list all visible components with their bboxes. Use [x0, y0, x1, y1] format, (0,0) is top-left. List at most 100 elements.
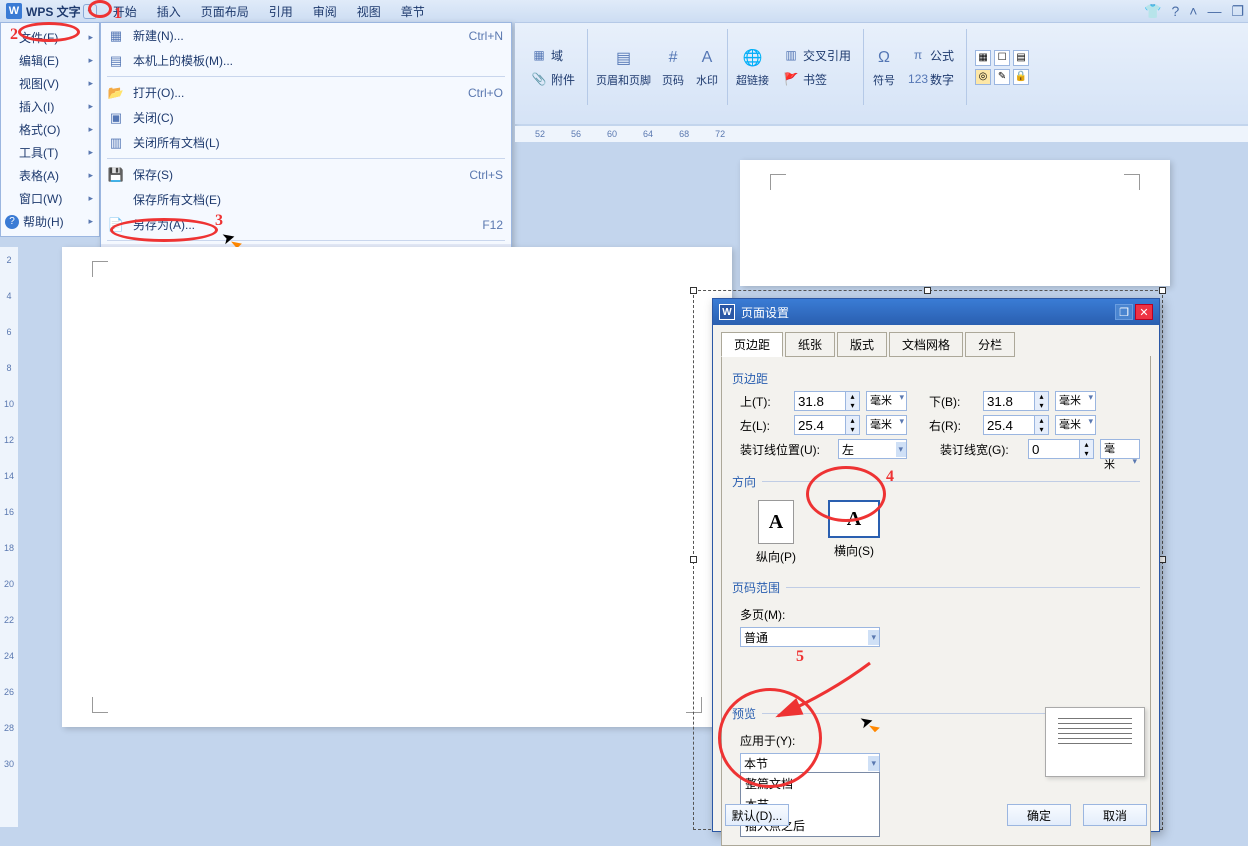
file-close-all[interactable]: ▥关闭所有文档(L): [101, 130, 511, 155]
file-close[interactable]: ▣关闭(C): [101, 105, 511, 130]
ribbon-symbol[interactable]: Ω符号: [872, 47, 896, 88]
orientation-portrait[interactable]: A 纵向(P): [746, 500, 806, 565]
side-format[interactable]: 格式(O)▸: [1, 118, 99, 141]
ribbon-attachment[interactable]: 📎附件: [527, 69, 579, 90]
skin-icon[interactable]: 👕: [1144, 3, 1161, 20]
label-apply: 应用于(Y):: [740, 732, 812, 749]
file-save-all[interactable]: 保存所有文档(E): [101, 187, 511, 212]
unit-select[interactable]: 毫米: [866, 415, 907, 435]
minimize-icon[interactable]: —: [1207, 3, 1221, 20]
separator: [107, 76, 505, 77]
header-footer-icon: ▤: [612, 47, 636, 69]
file-templates[interactable]: ▤本机上的模板(M)...: [101, 48, 511, 73]
ribbon-page-number[interactable]: #页码: [661, 47, 685, 88]
unit-select[interactable]: 毫米: [866, 391, 907, 411]
mini-icon-4[interactable]: ◎: [975, 69, 991, 85]
ribbon-watermark[interactable]: A水印: [695, 47, 719, 88]
tab-layout[interactable]: 版式: [837, 332, 887, 357]
collapse-ribbon-icon[interactable]: ˄: [1189, 3, 1197, 20]
ribbon-bookmark[interactable]: 🚩书签: [779, 69, 855, 90]
multi-page-select[interactable]: 普通▾: [740, 627, 880, 647]
tab-paper[interactable]: 纸张: [785, 332, 835, 357]
ribbon-hyperlink[interactable]: 🌐超链接: [736, 47, 769, 88]
help-icon[interactable]: ?: [1171, 3, 1179, 20]
mini-icon-6[interactable]: 🔒: [1013, 69, 1029, 85]
page-corner: [770, 174, 786, 190]
mini-icon-5[interactable]: ✎: [994, 69, 1010, 85]
side-view[interactable]: 视图(V)▸: [1, 72, 99, 95]
mini-icon-2[interactable]: ☐: [994, 50, 1010, 66]
ribbon: ▦域 📎附件 ▤页眉和页脚 #页码 A水印 🌐超链接 ▥交叉引用 🚩书签 Ω符号…: [515, 22, 1248, 124]
tab-columns[interactable]: 分栏: [965, 332, 1015, 357]
ribbon-number[interactable]: 123数字: [906, 69, 958, 90]
app-menu-dropdown[interactable]: ▾: [83, 4, 97, 19]
spin-up-icon[interactable]: ▴: [846, 392, 859, 401]
file-open[interactable]: 📂打开(O)...Ctrl+O: [101, 80, 511, 105]
menubar: W WPS 文字 ▾ 开始 插入 页面布局 引用 审阅 视图 章节 👕 ? ˄ …: [0, 0, 1248, 22]
side-insert[interactable]: 插入(I)▸: [1, 95, 99, 118]
menu-start[interactable]: 开始: [103, 0, 147, 23]
label-multi: 多页(M):: [740, 606, 788, 623]
field-icon: ▦: [531, 47, 547, 63]
hyperlink-icon: 🌐: [741, 47, 765, 69]
menu-view[interactable]: 视图: [347, 0, 391, 23]
app-logo: W: [6, 3, 22, 19]
menu-page-layout[interactable]: 页面布局: [191, 0, 259, 23]
margin-top-input[interactable]: ▴▾: [794, 391, 860, 411]
btn-default[interactable]: 默认(D)...: [725, 804, 789, 826]
side-tools[interactable]: 工具(T)▸: [1, 141, 99, 164]
side-edit[interactable]: 编辑(E)▸: [1, 49, 99, 72]
menu-review[interactable]: 审阅: [303, 0, 347, 23]
margin-left-input[interactable]: ▴▾: [794, 415, 860, 435]
close-all-icon: ▥: [107, 135, 125, 151]
side-table[interactable]: 表格(A)▸: [1, 164, 99, 187]
dialog-maximize-icon[interactable]: ❐: [1115, 304, 1133, 320]
side-file[interactable]: 文件(F)▸: [1, 26, 99, 49]
margin-bottom-input[interactable]: ▴▾: [983, 391, 1049, 411]
restore-icon[interactable]: ❐: [1231, 3, 1244, 20]
unit-select[interactable]: 毫米: [1055, 415, 1096, 435]
mini-icon-1[interactable]: ▦: [975, 50, 991, 66]
margin-right-input[interactable]: ▴▾: [983, 415, 1049, 435]
file-save[interactable]: 💾保存(S)Ctrl+S: [101, 162, 511, 187]
tab-margins[interactable]: 页边距: [721, 332, 783, 357]
ruler-vertical: 24681012141618202224262830: [0, 247, 18, 827]
document-page-2[interactable]: [740, 160, 1170, 286]
document-page-1[interactable]: [62, 247, 732, 727]
gutter-width-input[interactable]: ▴▾: [1028, 439, 1094, 459]
saveas-icon: 📄: [107, 217, 125, 233]
open-icon: 📂: [107, 85, 125, 101]
page-setup-dialog: W 页面设置 ❐ ✕ 页边距 纸张 版式 文档网格 分栏 页边距 上(T): ▴…: [712, 298, 1160, 832]
side-window[interactable]: 窗口(W)▸: [1, 187, 99, 210]
mini-icon-3[interactable]: ▤: [1013, 50, 1029, 66]
dialog-close-icon[interactable]: ✕: [1135, 304, 1153, 320]
ribbon-formula[interactable]: π公式: [906, 45, 958, 66]
dialog-title: 页面设置: [741, 304, 789, 321]
ruler-horizontal: 525660646872: [515, 126, 1248, 142]
menu-section[interactable]: 章节: [391, 0, 435, 23]
ribbon-cross-ref[interactable]: ▥交叉引用: [779, 45, 855, 66]
file-save-as[interactable]: 📄另存为(A)...F12: [101, 212, 511, 237]
orientation-landscape[interactable]: A 横向(S): [824, 500, 884, 565]
file-new[interactable]: ▦新建(N)...Ctrl+N: [101, 23, 511, 48]
separator: [107, 158, 505, 159]
menu-references[interactable]: 引用: [259, 0, 303, 23]
ribbon-field[interactable]: ▦域: [527, 45, 579, 66]
apply-opt-all[interactable]: 整篇文档: [741, 773, 879, 794]
btn-cancel[interactable]: 取消: [1083, 804, 1147, 826]
gutter-pos-select[interactable]: 左▾: [838, 439, 907, 459]
crossref-icon: ▥: [783, 47, 799, 63]
page-corner: [1124, 174, 1140, 190]
btn-ok[interactable]: 确定: [1007, 804, 1071, 826]
label-gutter-pos: 装订线位置(U):: [740, 441, 832, 458]
dialog-titlebar[interactable]: W 页面设置 ❐ ✕: [713, 299, 1159, 325]
unit-select[interactable]: 毫米: [1100, 439, 1140, 459]
unit-select[interactable]: 毫米: [1055, 391, 1096, 411]
menu-insert[interactable]: 插入: [147, 0, 191, 23]
ribbon-header-footer[interactable]: ▤页眉和页脚: [596, 47, 651, 88]
spin-down-icon[interactable]: ▾: [846, 401, 859, 410]
tab-docgrid[interactable]: 文档网格: [889, 332, 963, 357]
side-help[interactable]: ?帮助(H)▸: [1, 210, 99, 233]
formula-icon: π: [910, 47, 926, 63]
dialog-body: 页边距 上(T): ▴▾ 毫米 下(B): ▴▾ 毫米 左(L): ▴▾ 毫米 …: [721, 356, 1151, 846]
